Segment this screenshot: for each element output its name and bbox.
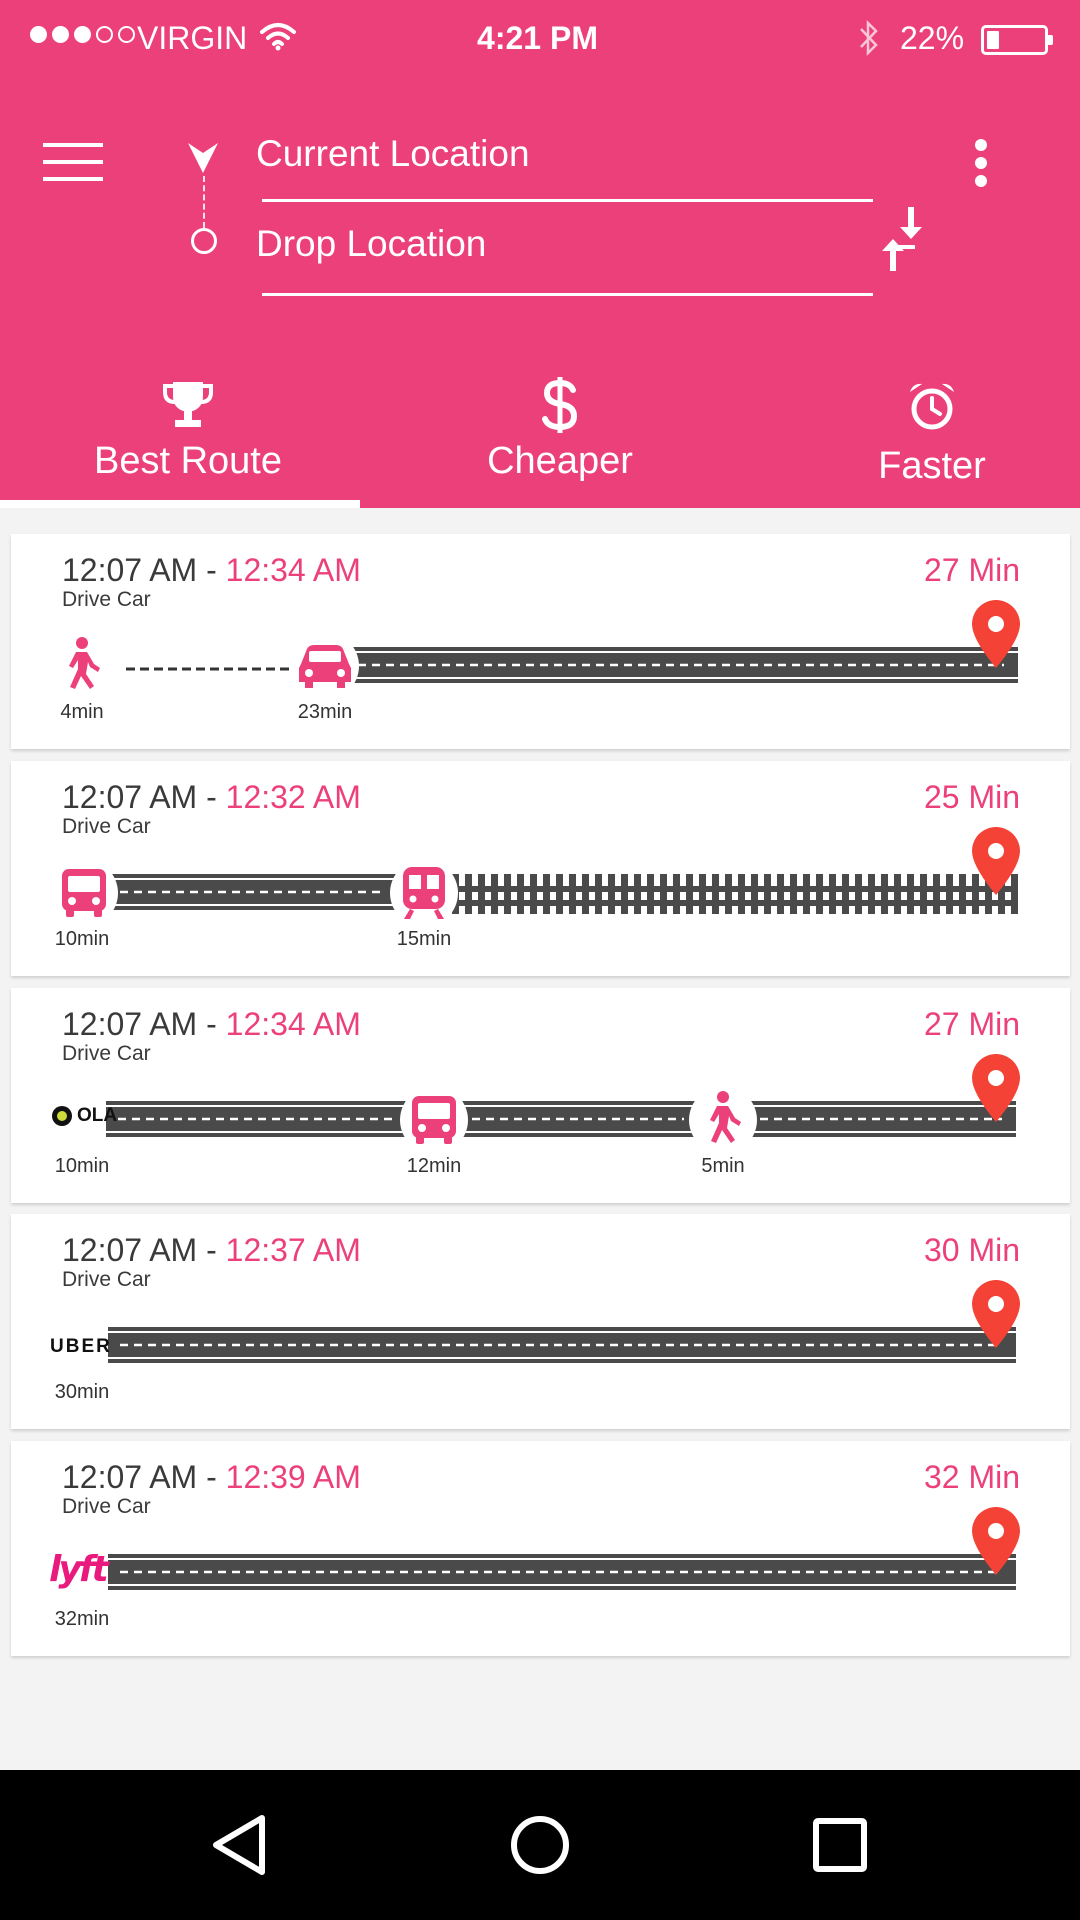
trophy-icon [163, 382, 213, 427]
road-segment [460, 1101, 698, 1137]
swap-vertical-icon[interactable] [875, 203, 929, 275]
more-vertical-icon[interactable] [970, 137, 994, 189]
status-bar: VIRGIN 4:21 PM 22% [0, 0, 1080, 80]
route-track [108, 1280, 1020, 1363]
route-track [108, 1507, 1020, 1590]
navigation-arrow-icon [188, 143, 218, 173]
road-segment [106, 1101, 408, 1137]
ola-circle-icon [52, 1106, 72, 1126]
menu-icon[interactable] [40, 140, 106, 184]
road-segment [108, 1327, 1016, 1363]
uber-logo: UBER [50, 1336, 112, 1357]
route-track [106, 1054, 1020, 1154]
road-segment [346, 647, 1018, 683]
segment-time-label: 5min [701, 1155, 745, 1177]
tab-best-route[interactable]: Best Route [8, 372, 368, 508]
back-icon[interactable] [200, 1810, 280, 1880]
route-connector [203, 176, 205, 228]
road-segment [108, 1554, 1016, 1590]
bluetooth-icon [860, 19, 878, 57]
battery-icon [981, 25, 1053, 55]
from-location-underline [262, 199, 873, 202]
route-card[interactable]: 12:07 AM - 12:39 AM Drive Car 32 Min lyf… [11, 1441, 1070, 1656]
route-card[interactable]: 12:07 AM - 12:34 AM Drive Car 27 Min 4mi… [11, 534, 1070, 749]
app-header: VIRGIN 4:21 PM 22% Current Location Drop… [0, 0, 1080, 508]
alarm-clock-icon [910, 383, 954, 430]
system-nav-bar [0, 1770, 1080, 1920]
route-card[interactable]: 12:07 AM - 12:37 AM Drive Car 30 Min UBE… [11, 1214, 1070, 1429]
tab-cheaper[interactable]: Cheaper [380, 372, 740, 508]
destination-circle-icon [191, 228, 217, 254]
route-track [48, 600, 1020, 700]
to-location-underline [262, 293, 873, 296]
walking-person-icon [48, 632, 116, 700]
lyft-logo: lyft [49, 1549, 109, 1590]
car-icon [291, 632, 359, 700]
segment-time-label: 15min [396, 928, 452, 950]
segment-time-label: 12min [406, 1155, 462, 1177]
route-card[interactable]: 12:07 AM - 12:32 AM Drive Car 25 Min 10m… [11, 761, 1070, 976]
route-card[interactable]: 12:07 AM - 12:34 AM Drive Car 27 Min OLA… [11, 988, 1070, 1203]
bus-icon [50, 859, 118, 927]
recents-icon[interactable] [800, 1810, 880, 1880]
segment-time-label: 30min [54, 1381, 110, 1403]
road-segment [748, 1101, 1016, 1137]
route-track [50, 827, 1020, 927]
from-location-input[interactable]: Current Location [256, 133, 530, 175]
tab-indicator [0, 500, 360, 508]
tab-label: Faster [878, 445, 986, 487]
segment-time-label: 4min [60, 701, 104, 723]
road-segment [108, 874, 398, 910]
ola-logo: OLA [51, 1105, 117, 1127]
tab-label: Best Route [94, 440, 282, 482]
segment-time-label: 32min [54, 1608, 110, 1630]
walking-person-icon [689, 1086, 757, 1154]
segment-time-label: 23min [297, 701, 353, 723]
tab-faster[interactable]: Faster [752, 372, 1080, 508]
dollar-icon [542, 377, 578, 433]
train-icon [390, 859, 458, 927]
rail-segment [448, 874, 1018, 914]
battery-percentage: 22% [900, 20, 965, 56]
segment-time-label: 10min [54, 928, 110, 950]
ola-text: OLA [77, 1105, 118, 1126]
to-location-input[interactable]: Drop Location [256, 223, 486, 265]
bus-icon [400, 1086, 468, 1154]
segment-time-label: 10min [54, 1155, 110, 1177]
home-icon[interactable] [500, 1810, 580, 1880]
tab-label: Cheaper [487, 440, 633, 482]
